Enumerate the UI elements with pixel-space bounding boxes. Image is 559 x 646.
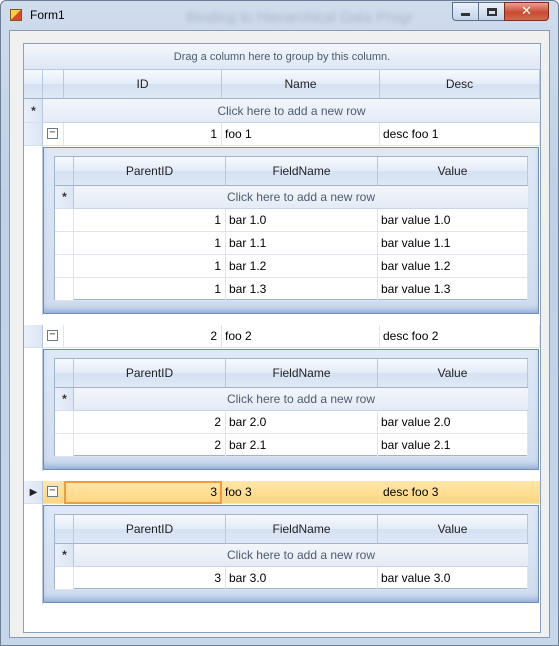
child-row-selector[interactable] <box>55 255 74 278</box>
child-column-header-parentid[interactable]: ParentID <box>74 157 226 186</box>
row-selector[interactable] <box>24 325 43 348</box>
current-row-icon: ▶ <box>29 487 38 498</box>
expander-cell[interactable]: − <box>43 325 64 348</box>
cell-id[interactable]: 3 <box>64 481 222 504</box>
child-row-header-corner <box>55 359 74 388</box>
collapse-icon[interactable]: − <box>47 128 58 139</box>
cell-id[interactable]: 1 <box>64 123 222 146</box>
child-cell-value[interactable]: bar value 1.3 <box>378 278 528 301</box>
child-cell-value[interactable]: bar value 1.2 <box>378 255 528 278</box>
column-header-desc[interactable]: Desc <box>380 70 540 99</box>
child-cell-parentid[interactable]: 1 <box>74 232 226 255</box>
child-column-header-value[interactable]: Value <box>378 157 528 186</box>
new-row-marker-icon: * <box>62 548 67 562</box>
child-row-selector[interactable] <box>55 209 74 232</box>
group-by-panel[interactable]: Drag a column here to group by this colu… <box>24 44 540 70</box>
child-column-header-value[interactable]: Value <box>378 515 528 544</box>
child-cell-value[interactable]: bar value 1.0 <box>378 209 528 232</box>
child-row-indent <box>24 146 43 315</box>
child-cell-fieldname[interactable]: bar 3.0 <box>226 567 378 590</box>
child-cell-fieldname[interactable]: bar 1.0 <box>226 209 378 232</box>
child-column-header-parentid[interactable]: ParentID <box>74 515 226 544</box>
child-cell-parentid[interactable]: 3 <box>74 567 226 590</box>
child-row-indent <box>24 504 43 604</box>
child-row-indent <box>24 348 43 471</box>
child-row-header-corner <box>55 157 74 186</box>
cell-desc[interactable]: desc foo 1 <box>380 123 540 146</box>
title-bar[interactable]: Form1 Binding to Hierarchical Data Progr… <box>1 1 558 29</box>
expander-header <box>43 70 64 99</box>
expander-cell[interactable]: − <box>43 481 64 504</box>
child-row-selector[interactable] <box>55 278 74 301</box>
new-row-marker-icon: * <box>62 190 67 204</box>
expander-cell[interactable]: − <box>43 123 64 146</box>
new-row-marker-icon: * <box>62 392 67 406</box>
row-header-corner <box>24 70 43 99</box>
child-column-header-value[interactable]: Value <box>378 359 528 388</box>
child-cell-value[interactable]: bar value 3.0 <box>378 567 528 590</box>
collapse-icon[interactable]: − <box>47 486 58 497</box>
child-grid[interactable]: ParentID FieldName Value * Click here to add… <box>54 156 528 301</box>
child-grid[interactable]: ParentID FieldName Value * Click here to add… <box>54 514 528 590</box>
app-icon <box>10 9 22 21</box>
collapse-icon[interactable]: − <box>47 330 58 341</box>
child-row-selector[interactable] <box>55 411 74 434</box>
data-grid[interactable]: Drag a column here to group by this colu… <box>23 43 541 633</box>
row-selector[interactable]: ▶ <box>24 481 43 504</box>
child-column-header-fieldname[interactable]: FieldName <box>226 359 378 388</box>
form-client-area: Drag a column here to group by this colu… <box>9 30 550 638</box>
child-cell-value[interactable]: bar value 2.1 <box>378 434 528 457</box>
child-add-new-row[interactable]: Click here to add a new row <box>74 186 528 209</box>
child-column-header-fieldname[interactable]: FieldName <box>226 157 378 186</box>
child-cell-parentid[interactable]: 2 <box>74 411 226 434</box>
maximize-icon <box>486 7 497 16</box>
child-column-header-parentid[interactable]: ParentID <box>74 359 226 388</box>
cell-desc[interactable]: desc foo 3 <box>380 481 540 504</box>
child-column-header-fieldname[interactable]: FieldName <box>226 515 378 544</box>
child-row-selector[interactable] <box>55 434 74 457</box>
cell-desc[interactable]: desc foo 2 <box>380 325 540 348</box>
child-add-new-row[interactable]: Click here to add a new row <box>74 388 528 411</box>
maximize-button[interactable] <box>478 2 505 21</box>
background-window-title: Binding to Hierarchical Data Progr <box>186 9 413 26</box>
child-cell-fieldname[interactable]: bar 1.3 <box>226 278 378 301</box>
child-add-new-row[interactable]: Click here to add a new row <box>74 544 528 567</box>
close-icon: ✕ <box>521 4 532 19</box>
minimize-icon <box>461 13 470 16</box>
cell-id[interactable]: 2 <box>64 325 222 348</box>
child-cell-fieldname[interactable]: bar 1.1 <box>226 232 378 255</box>
child-cell-fieldname[interactable]: bar 1.2 <box>226 255 378 278</box>
child-cell-value[interactable]: bar value 1.1 <box>378 232 528 255</box>
child-cell-fieldname[interactable]: bar 2.0 <box>226 411 378 434</box>
cell-name[interactable]: foo 1 <box>222 123 380 146</box>
child-cell-value[interactable]: bar value 2.0 <box>378 411 528 434</box>
child-grid-panel: ParentID FieldName Value * Click here to add… <box>43 147 539 314</box>
child-row-selector[interactable] <box>55 232 74 255</box>
add-new-row[interactable]: Click here to add a new row <box>43 99 540 123</box>
row-selector[interactable] <box>24 123 43 146</box>
column-header-name[interactable]: Name <box>222 70 380 99</box>
child-cell-parentid[interactable]: 1 <box>74 209 226 232</box>
child-row-selector[interactable] <box>55 567 74 590</box>
child-grid-panel: ParentID FieldName Value * Click here to add… <box>43 349 539 470</box>
form-window: Form1 Binding to Hierarchical Data Progr… <box>0 0 559 646</box>
cell-name[interactable]: foo 2 <box>222 325 380 348</box>
child-row-header-corner <box>55 515 74 544</box>
column-header-id[interactable]: ID <box>64 70 222 99</box>
child-cell-parentid[interactable]: 2 <box>74 434 226 457</box>
minimize-button[interactable] <box>452 2 479 21</box>
child-cell-fieldname[interactable]: bar 2.1 <box>226 434 378 457</box>
new-row-marker-icon: * <box>31 104 36 118</box>
window-title: Form1 <box>30 8 65 22</box>
child-cell-parentid[interactable]: 1 <box>74 255 226 278</box>
child-cell-parentid[interactable]: 1 <box>74 278 226 301</box>
child-grid[interactable]: ParentID FieldName Value * Click here to add… <box>54 358 528 457</box>
close-button[interactable]: ✕ <box>504 2 549 21</box>
cell-name[interactable]: foo 3 <box>222 481 380 504</box>
child-grid-panel: ParentID FieldName Value * Click here to add… <box>43 505 539 603</box>
